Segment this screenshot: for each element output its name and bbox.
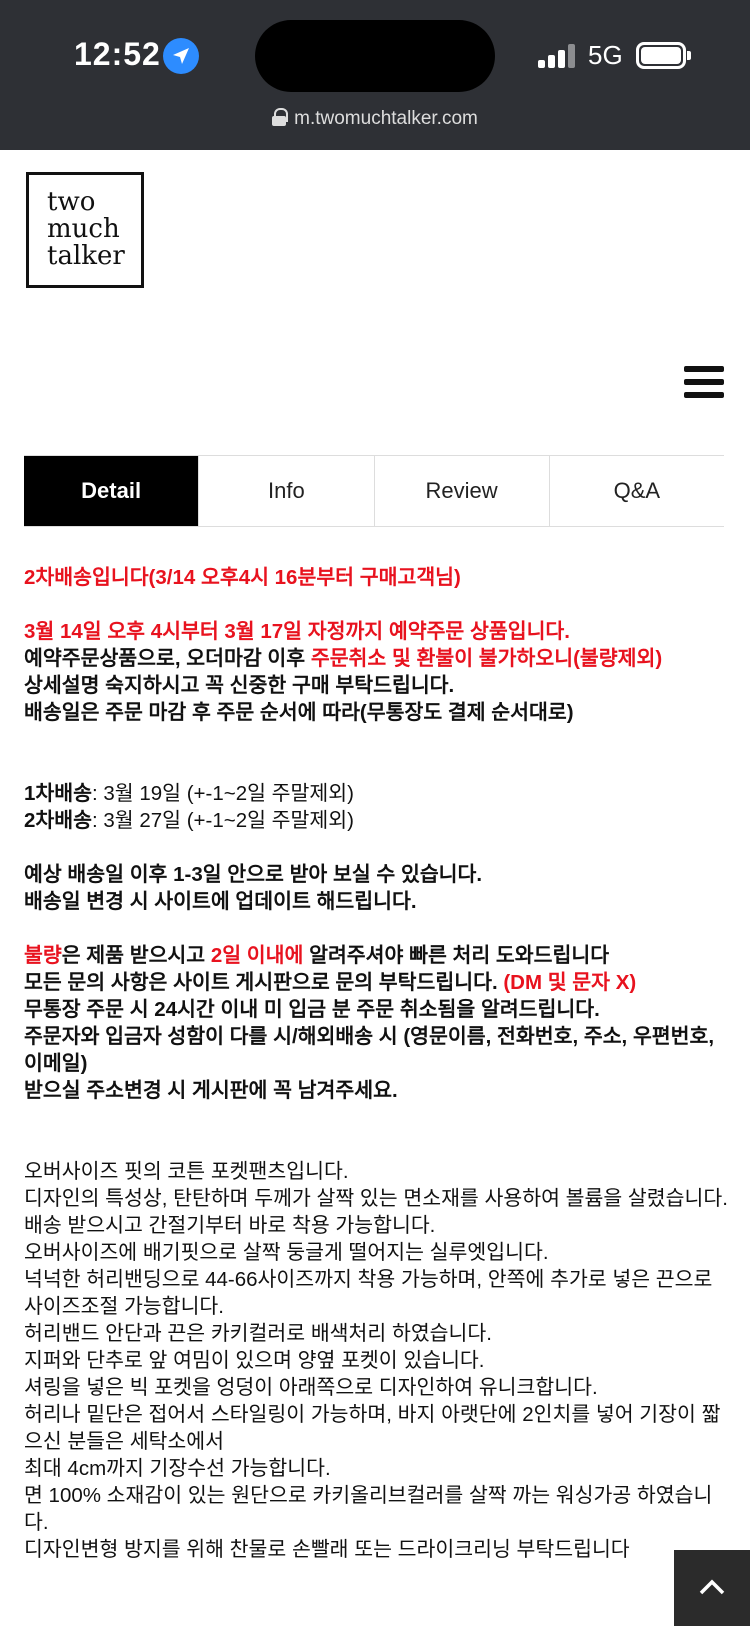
cancel-prefix: 예약주문상품으로, 오더마감 이후 [24,647,311,670]
url-text: m.twomuchtalker.com [294,108,478,129]
site-update: 배송일 변경 시 사이트에 업데이트 해드립니다. [24,890,417,913]
tab-detail[interactable]: Detail [24,456,200,526]
inquiry-prefix: 모든 문의 사항은 사이트 게시판으로 문의 부탁드립니다. [24,971,504,994]
network-type: 5G [588,40,623,70]
description-line: 넉넉한 허리밴딩으로 44-66사이즈까지 착용 가능하며, 안쪽에 추가로 넣… [24,1268,713,1318]
site-logo[interactable]: two much talker [26,172,144,288]
inquiry-warning: (DM 및 문자 X) [503,971,637,994]
overseas-notice: 주문자와 입금자 성함이 다를 시/해외배송 시 (영문이름, 전화번호, 주소… [24,1025,715,1075]
address-change: 받으실 주소변경 시 게시판에 꼭 남겨주세요. [24,1079,398,1102]
location-arrow-icon [163,38,199,74]
browser-top-bar: 12:52 5G m.twomuchtalker.com [0,0,750,150]
tab-qna[interactable]: Q&A [550,456,724,526]
description-line: 디자인의 특성상, 탄탄하며 두께가 살짝 있는 면소재를 사용하여 볼륨을 살… [24,1187,728,1210]
description-line: 최대 4cm까지 기장수선 가능합니다. [24,1457,331,1480]
tab-review[interactable]: Review [375,456,550,526]
cancel-warning: 주문취소 및 환불이 불가하오니(불량제외) [310,647,663,670]
description-line: 허리나 밑단은 접어서 스타일링이 가능하며, 바지 아랫단에 2인치를 넣어 … [24,1403,721,1453]
preorder-period: 3월 14일 오후 4시부터 3월 17일 자정까지 예약주문 상품입니다. [24,620,570,643]
description-line: 허리밴드 안단과 끈은 카키컬러로 배색처리 하였습니다. [24,1322,492,1345]
defect-deadline: 2일 이내에 [210,944,304,967]
status-time: 12:52 [74,36,161,72]
cancel-notice: 예약주문상품으로, 오더마감 이후 주문취소 및 환불이 불가하오니(불량제외) [24,645,728,672]
description-line: 오버사이즈 핏의 코튼 포켓팬츠입니다. [24,1160,349,1183]
receive-window: 예상 배송일 이후 1-3일 안으로 받아 보실 수 있습니다. [24,863,483,886]
second-ship-label: 2차배송 [24,809,92,832]
description-line: 셔링을 넣은 빅 포켓을 엉덩이 아래쪽으로 디자인하여 유니크합니다. [24,1376,598,1399]
dynamic-island [255,20,495,92]
description-line: 면 100% 소재감이 있는 원단으로 카키올리브컬러를 살짝 까는 워싱가공 … [24,1484,713,1534]
defect-mid: 은 제품 받으시고 [61,944,211,967]
description-line: 오버사이즈에 배기핏으로 살짝 둥글게 떨어지는 실루엣입니다. [24,1241,549,1264]
second-shipping: 2차배송: 3월 27일 (+-1~2일 주말제외) [24,807,728,834]
tab-info[interactable]: Info [199,456,375,526]
first-shipping: 1차배송: 3월 19일 (+-1~2일 주말제외) [24,780,728,807]
bank-cancel: 무통장 주문 시 24시간 이내 미 입금 분 주문 취소됨을 알려드립니다. [24,998,600,1021]
description-line: 디자인변형 방지를 위해 찬물로 손빨래 또는 드라이크리닝 부탁드립니다 [24,1538,630,1561]
defect-notice: 불량은 제품 받으시고 2일 이내에 알려주셔야 빠른 처리 도와드립니다 [24,942,728,969]
logo-line: talker [47,241,125,271]
first-ship-label: 1차배송 [24,782,92,805]
description-line: 배송 받으시고 간절기부터 바로 착용 가능합니다. [24,1214,436,1237]
first-ship-value: : 3월 19일 (+-1~2일 주말제외) [91,782,354,805]
lock-icon [272,108,289,126]
address-bar[interactable]: m.twomuchtalker.com [0,108,750,130]
logo-line: two [47,187,96,217]
read-carefully: 상세설명 숙지하시고 꼭 신중한 구매 부탁드립니다. [24,674,455,697]
battery-icon [636,42,691,69]
chevron-up-icon [699,1579,725,1595]
notice-heading: 2차배송입니다(3/14 오후4시 16분부터 구매고객님) [24,566,461,589]
defect-tail: 알려주셔야 빠른 처리 도와드립니다 [303,944,610,967]
detail-content: 2차배송입니다(3/14 오후4시 16분부터 구매고객님) 3월 14일 오후… [24,564,728,1563]
hamburger-menu-icon[interactable] [684,366,724,398]
second-ship-value: : 3월 27일 (+-1~2일 주말제외) [91,809,354,832]
logo-line: much [47,214,120,244]
ship-order: 배송일은 주문 마감 후 주문 순서에 따라(무통장도 결제 순서대로) [24,701,574,724]
inquiry-notice: 모든 문의 사항은 사이트 게시판으로 문의 부탁드립니다. (DM 및 문자 … [24,969,728,996]
defect-word: 불량 [24,944,62,967]
cellular-signal-icon [538,44,576,68]
description-line: 지퍼와 단추로 앞 여밈이 있으며 양옆 포켓이 있습니다. [24,1349,485,1372]
scroll-top-button[interactable] [674,1550,750,1626]
product-tabs: Detail Info Review Q&A [24,455,724,527]
